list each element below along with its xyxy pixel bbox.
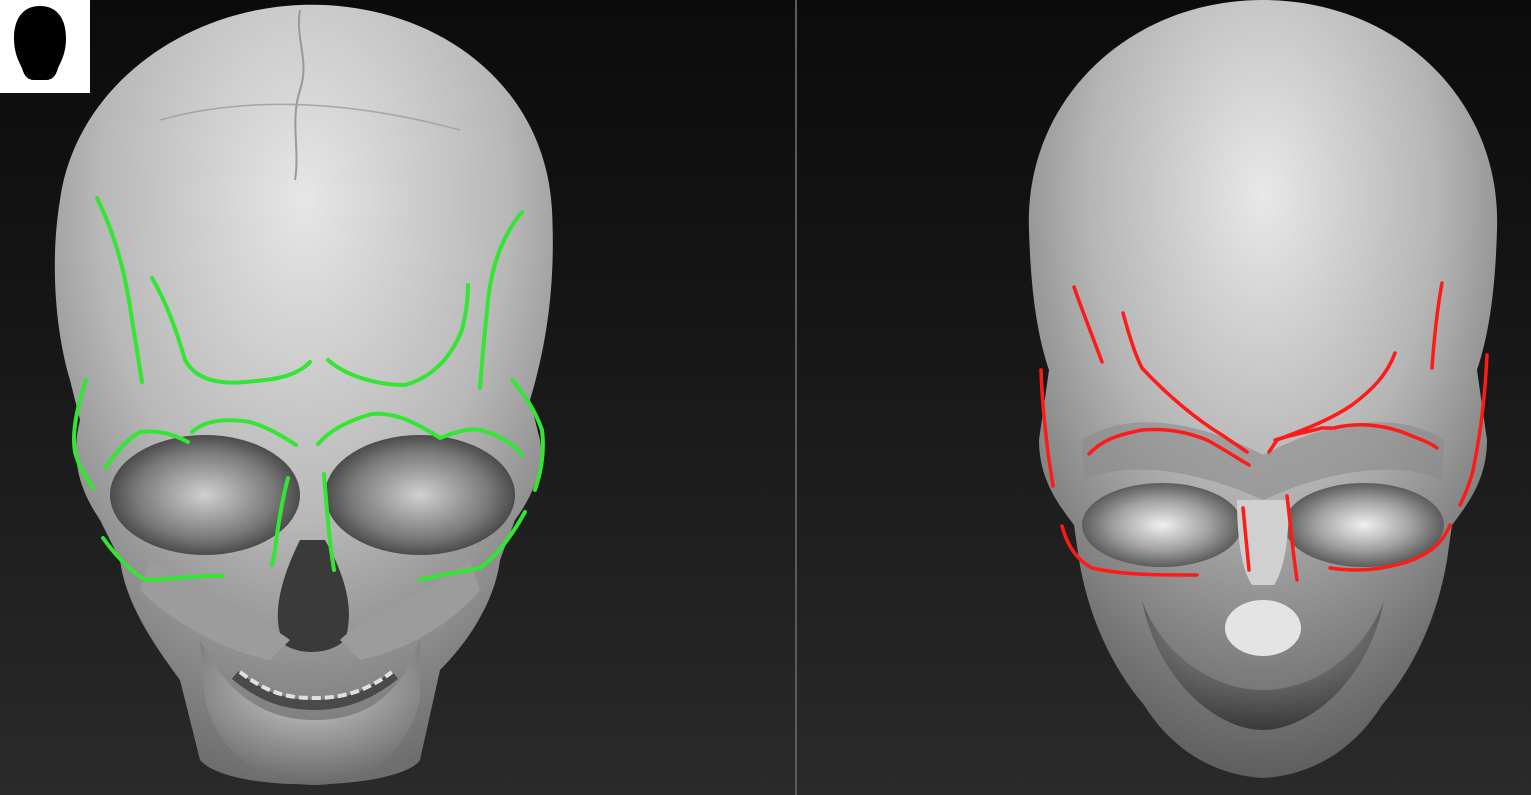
blockout-head-model[interactable] xyxy=(797,0,1531,795)
skull-model[interactable] xyxy=(0,0,795,795)
left-viewport[interactable] xyxy=(0,0,795,795)
right-viewport[interactable] xyxy=(797,0,1531,795)
navigator-thumbnail[interactable] xyxy=(0,0,90,93)
head-silhouette-icon xyxy=(14,6,66,80)
zbrush-split-viewport xyxy=(0,0,1531,795)
